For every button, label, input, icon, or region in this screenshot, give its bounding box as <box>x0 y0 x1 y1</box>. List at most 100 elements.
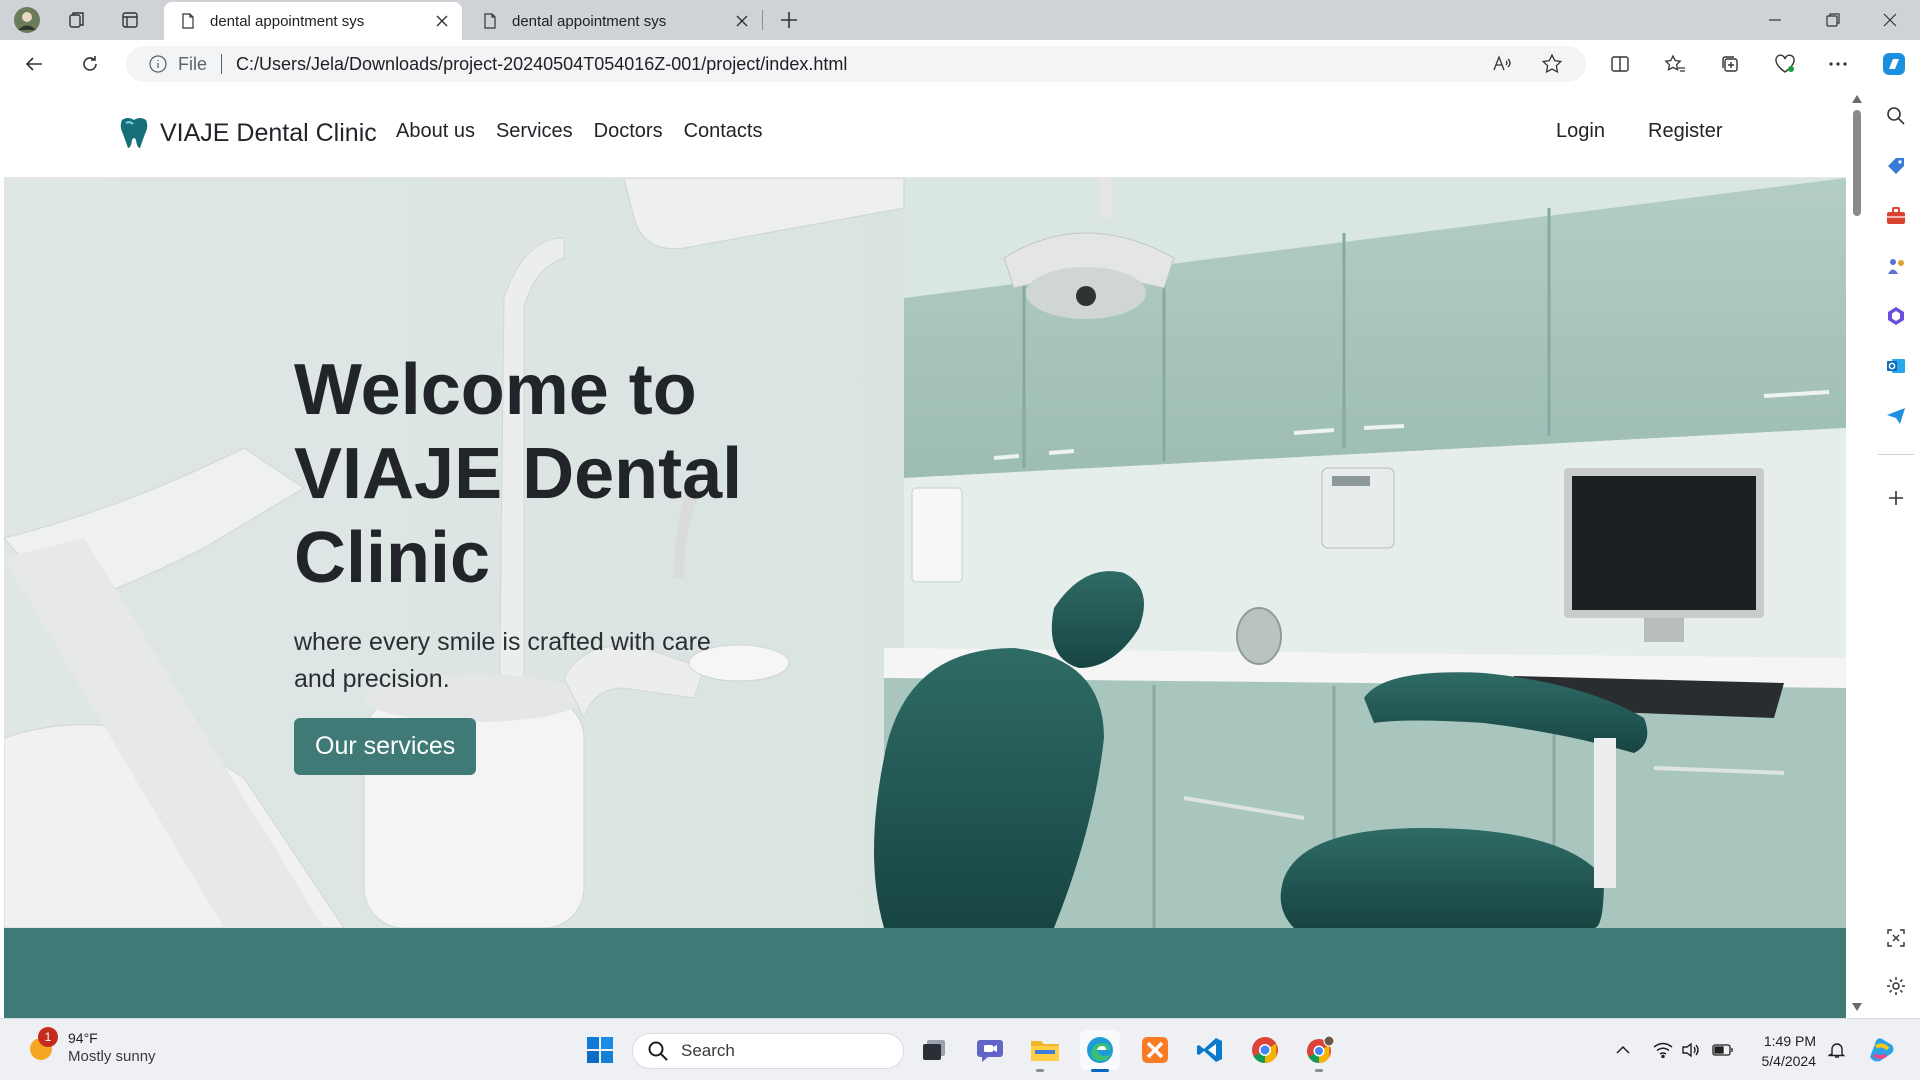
file-explorer-icon[interactable] <box>1025 1030 1065 1072</box>
address-divider <box>221 54 223 74</box>
login-link[interactable]: Login <box>1556 120 1605 143</box>
address-bar[interactable]: File C:/Users/Jela/Downloads/project-202… <box>126 46 1586 82</box>
weather-widget[interactable]: 1 94°F Mostly sunny <box>26 1027 156 1067</box>
back-arrow-icon[interactable] <box>16 48 52 80</box>
tooth-logo-icon <box>120 118 148 148</box>
site-navbar: VIAJE Dental Clinic About us Services Do… <box>4 88 1846 178</box>
hero-subtitle: where every smile is crafted with care a… <box>294 628 711 693</box>
app-active-indicator <box>1091 1069 1109 1072</box>
search-placeholder: Search <box>681 1041 735 1060</box>
register-link[interactable]: Register <box>1648 120 1722 143</box>
brand-name: VIAJE Dental Clinic <box>160 118 377 147</box>
chrome-profile-icon[interactable] <box>1300 1030 1340 1072</box>
star-icon[interactable] <box>1536 48 1568 80</box>
games-icon[interactable] <box>1880 250 1912 282</box>
scroll-up-icon[interactable] <box>1850 92 1864 106</box>
sidebar-divider <box>1878 454 1914 455</box>
teams-chat-icon[interactable] <box>970 1030 1010 1070</box>
restore-icon[interactable] <box>1805 0 1861 40</box>
close-window-icon[interactable] <box>1862 0 1918 40</box>
tab-title: dental appointment sys <box>512 12 667 30</box>
taskbar-search-box[interactable]: Search <box>632 1033 904 1069</box>
show-hidden-icons-icon[interactable] <box>1612 1039 1634 1061</box>
wifi-icon[interactable] <box>1652 1039 1674 1061</box>
hero-section: Welcome to VIAJE Dental Clinic where eve… <box>4 178 1846 928</box>
settings-gear-icon[interactable] <box>1880 970 1912 1002</box>
chrome-icon[interactable] <box>1245 1030 1285 1070</box>
app-running-indicator <box>1315 1069 1323 1072</box>
dental-office-illustration <box>4 178 1846 928</box>
read-aloud-icon[interactable] <box>1486 48 1518 80</box>
brand-link[interactable]: VIAJE Dental Clinic <box>118 116 377 150</box>
nav-doctors[interactable]: Doctors <box>594 120 663 143</box>
minimize-icon[interactable] <box>1747 0 1803 40</box>
close-tab-icon[interactable] <box>428 7 456 35</box>
volume-icon[interactable] <box>1680 1039 1702 1061</box>
nav-links: About us Services Doctors Contacts <box>396 120 784 143</box>
tab-actions-icon[interactable] <box>113 5 147 35</box>
tab-active[interactable]: dental appointment sys <box>164 2 462 40</box>
hero-title-line: Welcome to <box>294 350 697 430</box>
tab-inactive[interactable]: dental appointment sys <box>466 2 762 40</box>
split-screen-icon[interactable] <box>1602 48 1638 80</box>
app-running-indicator <box>1036 1069 1044 1072</box>
battery-icon[interactable] <box>1712 1039 1734 1061</box>
edge-sidebar <box>1872 88 1920 1018</box>
page-scrollbar[interactable] <box>1846 88 1868 1018</box>
tab-divider <box>762 10 763 30</box>
browser-essentials-icon[interactable] <box>1767 48 1803 80</box>
task-view-icon[interactable] <box>914 1030 954 1070</box>
sun-icon: 1 <box>26 1027 58 1063</box>
weather-badge: 1 <box>38 1027 58 1047</box>
search-icon <box>648 1041 668 1061</box>
notification-bell-icon[interactable] <box>1826 1039 1848 1061</box>
copilot-icon[interactable] <box>1876 48 1912 80</box>
microsoft-365-icon[interactable] <box>1880 300 1912 332</box>
page-icon <box>484 13 496 29</box>
collections-icon[interactable] <box>1712 48 1748 80</box>
screenshot-icon[interactable] <box>1880 922 1912 954</box>
teal-section <box>4 928 1846 1018</box>
send-icon[interactable] <box>1880 400 1912 432</box>
system-clock[interactable]: 1:49 PM 5/4/2024 <box>1740 1031 1817 1071</box>
nav-contacts[interactable]: Contacts <box>684 120 763 143</box>
reload-icon[interactable] <box>72 48 108 80</box>
browser-toolbar: File C:/Users/Jela/Downloads/project-202… <box>0 40 1920 88</box>
windows-taskbar: 1 94°F Mostly sunny Search 1:49 PM 5/4/2… <box>0 1018 1920 1080</box>
info-icon[interactable] <box>148 54 168 74</box>
url-text[interactable]: C:/Users/Jela/Downloads/project-20240504… <box>236 54 847 75</box>
favorites-icon[interactable] <box>1657 48 1693 80</box>
clock-time: 1:49 PM <box>1763 1033 1816 1049</box>
copilot-preview-icon[interactable] <box>1866 1035 1896 1065</box>
our-services-button[interactable]: Our services <box>294 718 477 775</box>
clock-date: 5/4/2024 <box>1761 1053 1817 1069</box>
edge-browser-icon[interactable] <box>1080 1030 1120 1072</box>
outlook-icon[interactable] <box>1880 350 1912 382</box>
more-menu-icon[interactable] <box>1820 48 1856 80</box>
new-tab-icon[interactable] <box>772 5 806 35</box>
scrollbar-thumb[interactable] <box>1853 110 1861 216</box>
scroll-down-icon[interactable] <box>1850 1000 1864 1014</box>
scheme-label: File <box>178 53 208 74</box>
page-icon <box>182 13 194 29</box>
vscode-icon[interactable] <box>1190 1030 1230 1070</box>
nav-about-us[interactable]: About us <box>396 120 475 143</box>
browser-tab-strip: dental appointment sys dental appointmen… <box>0 0 1920 40</box>
tools-icon[interactable] <box>1880 200 1912 232</box>
search-icon[interactable] <box>1880 100 1912 132</box>
weather-temperature: 94°F <box>68 1030 98 1046</box>
hero-text-block: Welcome to VIAJE Dental Clinic where eve… <box>294 348 774 775</box>
start-icon[interactable] <box>580 1030 620 1070</box>
nav-services[interactable]: Services <box>496 120 573 143</box>
profile-avatar[interactable] <box>10 5 44 35</box>
hero-title-line: VIAJE Dental <box>294 434 743 514</box>
close-tab-icon[interactable] <box>728 7 756 35</box>
add-icon[interactable] <box>1880 482 1912 514</box>
xampp-icon[interactable] <box>1135 1030 1175 1070</box>
hero-title-line: Clinic <box>294 518 491 598</box>
shopping-tag-icon[interactable] <box>1880 150 1912 182</box>
webpage-viewport: VIAJE Dental Clinic About us Services Do… <box>4 88 1846 1018</box>
hero-title: Welcome to VIAJE Dental Clinic <box>294 348 774 600</box>
workspaces-icon[interactable] <box>60 5 94 35</box>
tab-title: dental appointment sys <box>210 12 365 30</box>
